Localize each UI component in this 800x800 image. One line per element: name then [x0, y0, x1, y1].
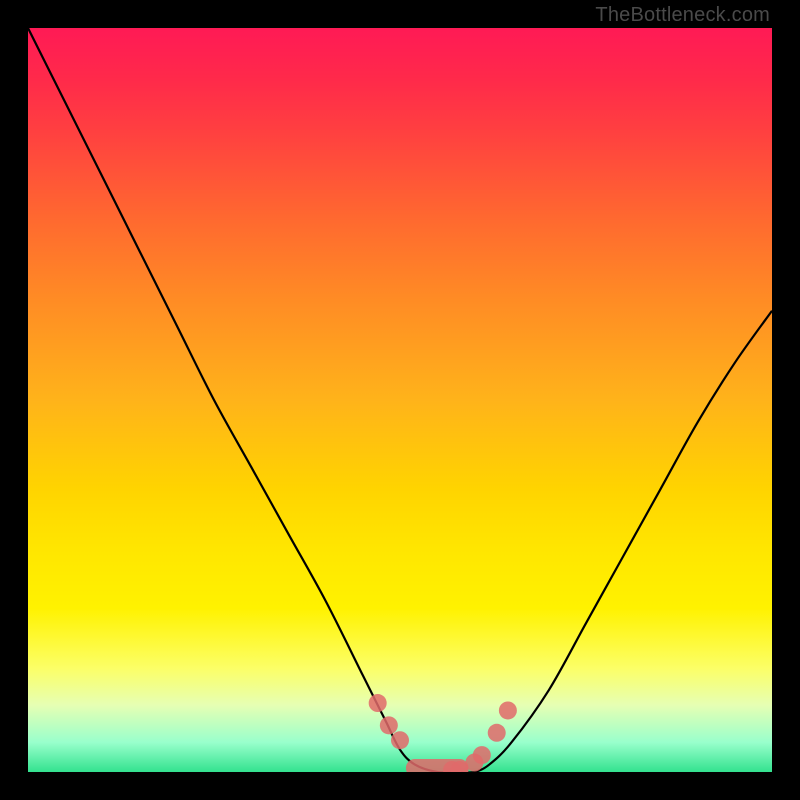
valley-marker: [488, 724, 506, 742]
valley-marker: [391, 731, 409, 749]
bottleneck-curve: [28, 28, 772, 772]
valley-marker: [380, 716, 398, 734]
valley-marker: [499, 701, 517, 719]
plot-area: [28, 28, 772, 772]
valley-marker: [473, 746, 491, 764]
chart-frame: TheBottleneck.com: [0, 0, 800, 800]
valley-marker: [369, 694, 387, 712]
watermark-text: TheBottleneck.com: [595, 4, 770, 27]
